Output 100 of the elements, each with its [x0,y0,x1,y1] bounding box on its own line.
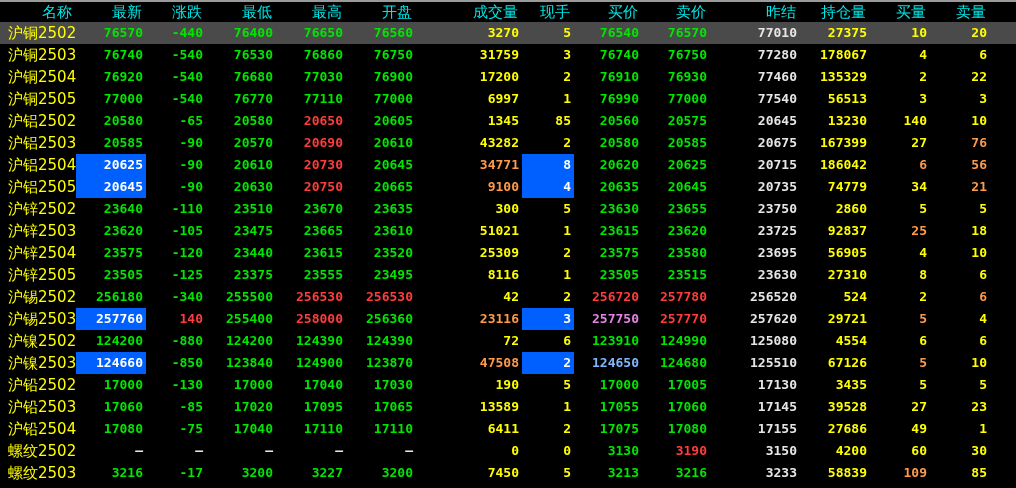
table-cell: 2 [563,135,571,151]
table-cell: 27686 [827,421,867,437]
table-cell: 17005 [667,377,707,393]
table-row[interactable]: 沪锌2505 23505 -125 23375 23555 23495 8116 1 23505 23515 23630 27310 8 6 [0,264,1016,286]
table-cell: 6 [979,47,987,63]
table-row[interactable]: 沪锌2504 23575 -120 23440 23615 23520 25309 2 23575 23580 23695 56905 4 10 [0,242,1016,264]
table-row[interactable]: 沪铜2502 76570 -440 76400 76650 76560 3270 5 76540 76570 77010 27375 10 20 [0,22,1016,44]
table-row[interactable]: 沪铜2504 76920 -540 76680 77030 76900 17200 2 76910 76930 77460 135329 2 22 [0,66,1016,88]
table-cell: 190 [495,377,519,393]
table-cell: 20645 [667,179,707,195]
table-cell: 17080 [667,421,707,437]
table-cell: 20605 [373,113,413,129]
table-cell: 23520 [373,245,413,261]
table-cell: 17080 [103,421,143,437]
table-cell: 20585 [667,135,707,151]
table-cell: 20650 [303,113,343,129]
table-cell: 178067 [820,47,867,63]
table-cell: -120 [171,245,203,261]
contract-name: 沪铅2504 [7,419,76,440]
column-header: 名称 [41,2,73,22]
table-cell: 124200 [96,333,143,349]
table-cell: — [335,443,343,459]
table-cell: 76740 [599,47,639,63]
table-row[interactable]: 沪锌2502 23640 -110 23510 23670 23635 300 5 23630 23655 23750 2860 5 5 [0,198,1016,220]
column-header: 成交量 [472,2,519,22]
table-row[interactable]: 沪铝2502 20580 -65 20580 20650 20605 1345 85 20560 20575 20645 13230 140 10 [0,110,1016,132]
table-cell: 124390 [296,333,343,349]
table-cell: 6 [563,333,571,349]
table-row[interactable]: 沪锌2503 23620 -105 23475 23665 23610 51021 1 23615 23620 23725 92837 25 18 [0,220,1016,242]
table-cell: 3213 [607,465,639,481]
table-cell: 3150 [765,443,797,459]
column-header: 买量 [895,2,927,22]
table-row[interactable]: 沪铅2504 17080 -75 17040 17110 17110 6411 2 17075 17080 17155 27686 49 1 [0,418,1016,440]
table-cell: 77000 [667,91,707,107]
table-cell: 17155 [757,421,797,437]
table-cell: 25309 [479,245,519,261]
table-row[interactable]: 沪铅2502 17000 -130 17000 17040 17030 190 5 17000 17005 17130 3435 5 5 [0,374,1016,396]
table-cell: 17110 [373,421,413,437]
table-row[interactable]: 螺纹2502 — — — — — 0 0 3130 3190 3150 4200 60 30 [0,440,1016,462]
column-header: 卖价 [675,2,707,22]
table-cell: 23555 [303,267,343,283]
table-row[interactable]: 沪镍2502 124200 -880 124200 124390 124390 72 6 123910 124990 125080 4554 6 6 [0,330,1016,352]
table-cell: 2 [563,355,571,371]
table-cell: -850 [171,355,203,371]
table-cell: 23515 [667,267,707,283]
table-cell: 20645 [103,179,143,195]
table-cell: 255500 [226,289,273,305]
table-cell: 27 [911,399,927,415]
table-cell: 17000 [233,377,273,393]
table-cell: 3 [563,47,571,63]
table-cell: 20645 [757,113,797,129]
table-cell: 13589 [479,399,519,415]
table-cell: 6997 [487,91,519,107]
contract-name: 沪铜2503 [7,45,76,66]
table-row[interactable]: 沪锡2503 257760 140 255400 258000 256360 23116 3 257750 257770 257620 29721 5 4 [0,308,1016,330]
table-cell: 20665 [373,179,413,195]
table-cell: 17095 [303,399,343,415]
table-cell: 257760 [96,311,143,327]
table-cell: 20715 [757,157,797,173]
table-cell: 4 [563,179,571,195]
table-cell: 6 [979,289,987,305]
table-cell: 76770 [233,91,273,107]
table-row[interactable]: 沪铝2503 20585 -90 20570 20690 20610 43282 2 20580 20585 20675 167399 27 76 [0,132,1016,154]
table-row[interactable]: 沪锡2502 256180 -340 255500 256530 256530 42 2 256720 257780 256520 524 2 6 [0,286,1016,308]
table-cell: 124990 [660,333,707,349]
table-cell: 51021 [479,223,519,239]
table-cell: 1 [563,399,571,415]
table-cell: 47508 [479,355,519,371]
table-row[interactable]: 沪铅2503 17060 -85 17020 17095 17065 13589 1 17055 17060 17145 39528 27 23 [0,396,1016,418]
contract-name: 沪铜2505 [7,89,76,110]
table-cell: 77030 [303,69,343,85]
table-row[interactable]: 螺纹2503 3216 -17 3200 3227 3200 7450 5 3213 3216 3233 58839 109 85 [0,462,1016,484]
contract-name: 沪铅2502 [7,375,76,396]
table-cell: 124650 [592,355,639,371]
table-cell: 4 [979,311,987,327]
table-cell: -440 [171,25,203,41]
table-cell: 76920 [103,69,143,85]
table-cell: -130 [171,377,203,393]
table-cell: 8 [563,157,571,173]
table-cell: 17110 [303,421,343,437]
table-cell: 1 [563,91,571,107]
table-cell: 27 [911,135,927,151]
table-row[interactable]: 沪铝2504 20625 -90 20610 20730 20645 34771 8 20620 20625 20715 186042 6 56 [0,154,1016,176]
table-row[interactable]: 沪铝2505 20645 -90 20630 20750 20665 9100 4 20635 20645 20735 74779 34 21 [0,176,1016,198]
table-row[interactable]: 沪铜2505 77000 -540 76770 77110 77000 6997 1 76990 77000 77540 56513 3 3 [0,88,1016,110]
table-cell: 27375 [827,25,867,41]
table-cell: 256520 [750,289,797,305]
table-cell: 10 [971,245,987,261]
table-cell: 23510 [233,201,273,217]
table-cell: 17055 [599,399,639,415]
table-cell: 257780 [660,289,707,305]
table-cell: 60 [911,443,927,459]
table-cell: 4554 [835,333,867,349]
table-row[interactable]: 沪镍2503 124660 -850 123840 124900 123870 47508 2 124650 124680 125510 67126 5 10 [0,352,1016,374]
table-cell: 23610 [373,223,413,239]
table-cell: 10 [971,355,987,371]
table-row[interactable]: 沪铜2503 76740 -540 76530 76860 76750 31759 3 76740 76750 77280 178067 4 6 [0,44,1016,66]
table-cell: 4 [919,47,927,63]
table-cell: 10 [911,25,927,41]
table-cell: 4200 [835,443,867,459]
